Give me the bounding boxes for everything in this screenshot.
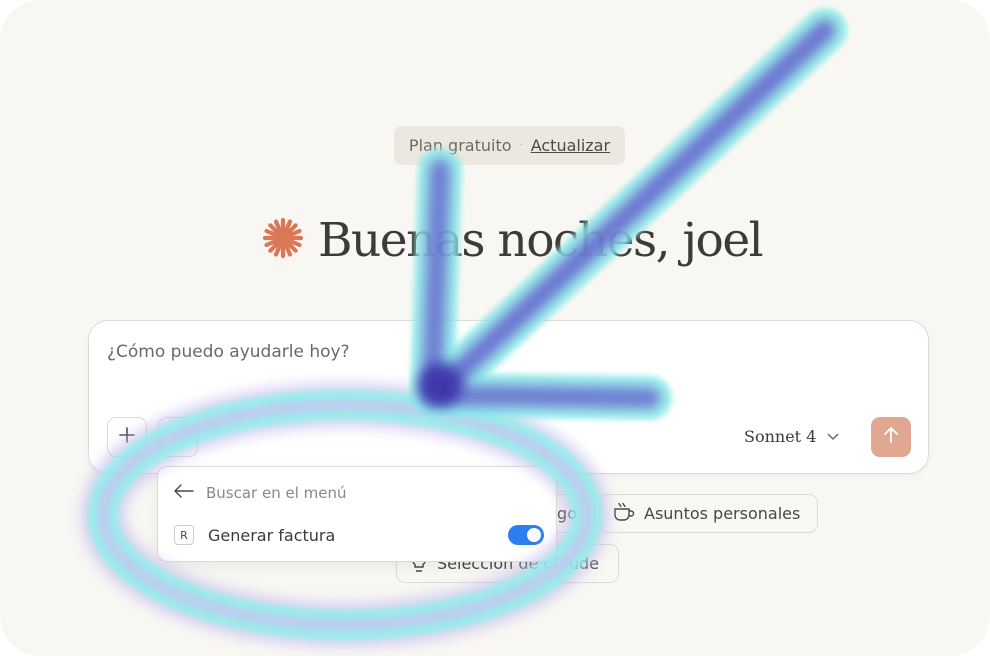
menu-item-badge: R xyxy=(174,525,194,545)
prompt-input[interactable]: ¿Cómo puedo ayudarle hoy? xyxy=(107,342,350,362)
model-selector[interactable]: Sonnet 4 xyxy=(744,421,840,451)
model-name: Sonnet 4 xyxy=(744,426,817,446)
chip-personal-label: Asuntos personales xyxy=(644,504,801,523)
chevron-down-icon xyxy=(826,427,840,446)
chip-asuntos-personales[interactable]: Asuntos personales xyxy=(599,494,818,533)
chat-composer[interactable]: ¿Cómo puedo ayudarle hoy? Sonnet 4 xyxy=(88,320,929,474)
arrow-up-icon xyxy=(883,426,899,448)
menu-item-toggle[interactable] xyxy=(508,525,544,545)
add-button[interactable] xyxy=(107,417,147,457)
arrow-left-icon[interactable] xyxy=(174,484,194,502)
chip-partial-label: go xyxy=(557,504,577,523)
menu-search-input[interactable]: Buscar en el menú xyxy=(206,484,347,502)
plus-icon xyxy=(119,427,135,447)
plan-separator: · xyxy=(519,140,523,151)
app-window: Plan gratuito · Actualizar Buenas noches… xyxy=(0,0,990,656)
send-button[interactable] xyxy=(871,417,911,457)
menu-item-generar-factura[interactable]: R Generar factura xyxy=(174,523,544,547)
menu-search[interactable]: Buscar en el menú xyxy=(174,484,347,502)
plan-label: Plan gratuito xyxy=(408,136,512,155)
menu-item-label: Generar factura xyxy=(208,525,336,545)
star-logo-icon xyxy=(262,217,304,263)
plan-pill: Plan gratuito · Actualizar xyxy=(394,126,625,165)
tools-button[interactable] xyxy=(158,417,198,457)
cup-icon xyxy=(612,500,636,528)
greeting-title: Buenas noches, joel xyxy=(318,212,764,268)
tools-menu: Buscar en el menú R Generar factura xyxy=(157,466,557,562)
upgrade-link[interactable]: Actualizar xyxy=(531,136,610,155)
greeting: Buenas noches, joel xyxy=(262,208,764,272)
